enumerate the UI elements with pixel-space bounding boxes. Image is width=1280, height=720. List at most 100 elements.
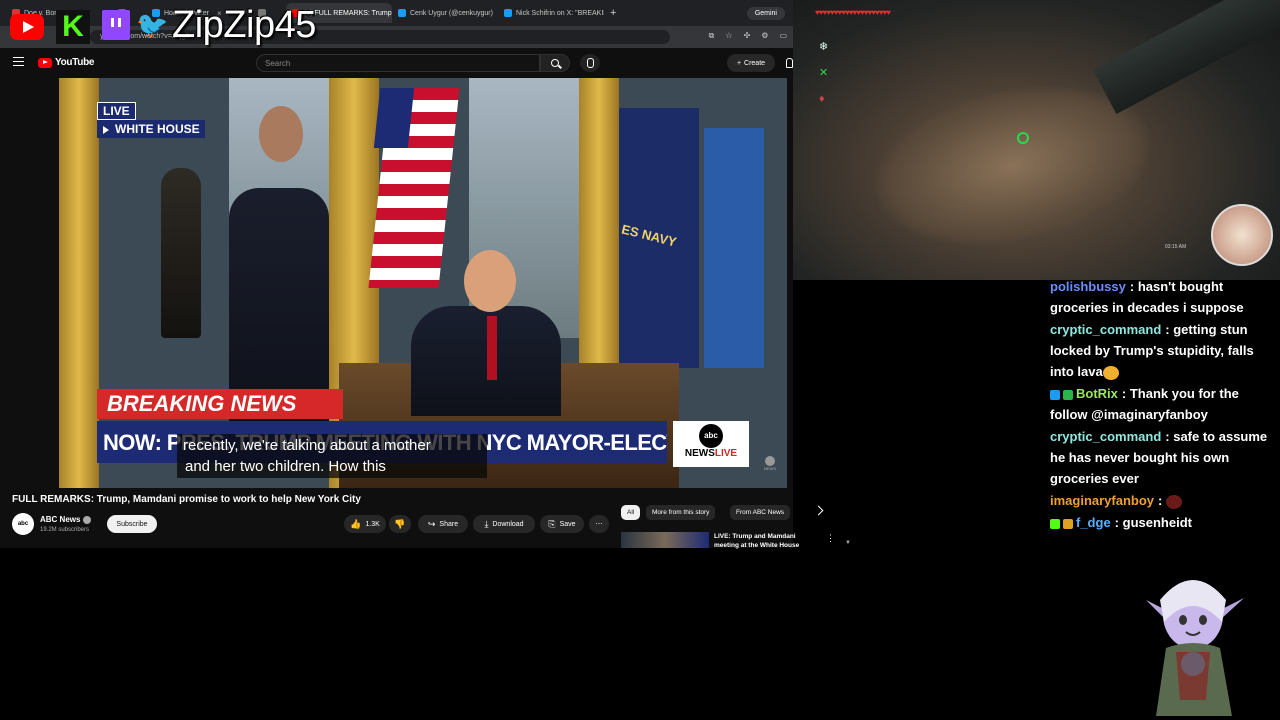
- statue: [161, 168, 201, 338]
- tie: [487, 316, 497, 380]
- search-icon: [551, 59, 559, 67]
- recommended-title[interactable]: LIVE: Trump and Mamdani meeting at the W…: [714, 532, 814, 550]
- download-icon: ⤓: [484, 518, 489, 529]
- snowflake-icon: ❄: [819, 41, 829, 53]
- live-badge: LIVE: [97, 102, 136, 120]
- location-badge: WHITE HOUSE: [97, 120, 205, 138]
- search-input[interactable]: Search: [256, 54, 540, 72]
- chat-separator: :: [1129, 279, 1138, 294]
- share-button[interactable]: ↪ Share: [418, 515, 468, 533]
- chat-username[interactable]: imaginaryfanboy: [1050, 493, 1154, 508]
- chat-username[interactable]: cryptic_command: [1050, 322, 1161, 337]
- status-icon: ♦: [819, 93, 825, 105]
- new-tab-button[interactable]: +: [610, 7, 616, 19]
- chat-message: cryptic_command: getting stun locked by …: [1050, 319, 1280, 382]
- tab-label: Nick Schifrin on X: "BREAKING: [516, 9, 604, 17]
- recommended-menu-icon[interactable]: ⋮: [826, 533, 835, 544]
- chat-badge-icon: [1063, 518, 1073, 529]
- download-button[interactable]: ⤓ Download: [473, 515, 535, 533]
- game-clock: 03:15 AM: [1165, 244, 1187, 250]
- stream-layout: Doe v. Bon×Home / Twitter×(1) FULL REMAR…: [0, 0, 1280, 720]
- browser-window: Doe v. Bon×Home / Twitter×(1) FULL REMAR…: [0, 0, 835, 549]
- chat-badge-icon: [1050, 518, 1060, 529]
- browser-tab[interactable]: Nick Schifrin on X: "BREAKING×: [498, 3, 604, 23]
- youtube-wordmark: YouTube: [55, 57, 95, 68]
- side-panel-icon[interactable]: ▭: [779, 31, 787, 41]
- chat-message: polishbussy: hasn't bought groceries in …: [1050, 276, 1280, 318]
- chat-username[interactable]: BotRix: [1076, 386, 1118, 401]
- save-button[interactable]: ⎘ Save: [540, 515, 584, 533]
- browser-tab[interactable]: Cenk Uygur (@cenkuygur)×: [392, 3, 498, 23]
- extension-icon[interactable]: ✣: [744, 31, 751, 41]
- abc-logo-circle: abc: [699, 424, 723, 448]
- chat-separator: :: [1114, 515, 1123, 530]
- puzzle-icon[interactable]: ⚙: [761, 31, 768, 41]
- notifications-icon[interactable]: [786, 58, 793, 68]
- plus-icon: +: [736, 59, 742, 67]
- chat-message: imaginaryfanboy:: [1050, 490, 1280, 511]
- dislike-button[interactable]: 👎: [389, 515, 411, 533]
- more-actions-button[interactable]: ⋯: [589, 515, 609, 533]
- toolbar-icons: ⧉ ☆ ✣ ⚙ ▭: [709, 31, 787, 41]
- chat-username[interactable]: f_dge: [1076, 515, 1111, 530]
- chat-message: BotRix: Thank you for the follow @imagin…: [1050, 383, 1280, 425]
- chat-message: cryptic_command: safe to assume he has n…: [1050, 426, 1280, 489]
- twitter-overlay-icon: 🐦: [136, 10, 169, 40]
- bookmark-star-icon[interactable]: ☆: [725, 31, 732, 41]
- chat-separator: :: [1158, 493, 1166, 508]
- chip-from-abc-news[interactable]: From ABC News: [730, 505, 791, 520]
- channel-name[interactable]: ABC News: [40, 515, 92, 524]
- air-force-flag: [704, 128, 764, 368]
- news-live-label: NEWSLIVE: [684, 448, 738, 459]
- video-player[interactable]: ES NAVY LIVE WHITE HOUSE BREAKING NEWS N…: [59, 78, 787, 488]
- target-reticle-icon: [1017, 132, 1029, 144]
- chat-panel: polishbussy: hasn't bought groceries in …: [1050, 276, 1280, 534]
- like-button[interactable]: 👍 1.3K: [344, 515, 386, 533]
- chat-username[interactable]: cryptic_command: [1050, 429, 1161, 444]
- seated-man-head: [464, 250, 516, 312]
- gemini-button[interactable]: Gemini: [746, 6, 785, 20]
- create-label: Create: [744, 59, 766, 67]
- recommended-thumbnail[interactable]: [621, 532, 709, 548]
- closed-captions: recently, we're talking about a mother a…: [177, 434, 487, 478]
- subscribe-button[interactable]: Subscribe: [107, 515, 157, 533]
- subscriber-count: 19.2M subscribers: [40, 527, 90, 533]
- youtube-logo[interactable]: YouTube: [38, 57, 95, 68]
- tab-label: (1) FULL REMARKS: Trump: [304, 9, 392, 17]
- streamer-name: ZipZip45: [172, 4, 316, 46]
- install-icon[interactable]: ⧉: [709, 31, 715, 41]
- kick-overlay-icon: K: [56, 10, 90, 44]
- chip-more-from-story[interactable]: More from this story: [646, 505, 716, 520]
- chat-username[interactable]: polishbussy: [1050, 279, 1126, 294]
- abc-watermark: NEWS: [760, 456, 780, 474]
- ability-icon: ✕: [819, 67, 829, 79]
- abc-news-live-logo: abc NEWSLIVE: [673, 421, 749, 467]
- chat-separator: :: [1121, 386, 1130, 401]
- youtube-play-icon: [38, 57, 52, 68]
- curtain: [59, 78, 99, 488]
- chip-all[interactable]: All: [621, 505, 641, 520]
- bookmark-icon: ⎘: [548, 518, 556, 529]
- minimap: [1211, 204, 1273, 266]
- verified-icon: [83, 515, 92, 524]
- machine-arm: [1092, 0, 1280, 115]
- scroll-down-icon[interactable]: ▼: [845, 540, 851, 546]
- caption-line: recently, we're talking about a mother: [183, 437, 431, 454]
- chevron-right-icon[interactable]: [813, 505, 824, 516]
- thumbs-up-icon: 👍: [350, 518, 362, 529]
- vtuber-avatar: [1146, 580, 1244, 716]
- chat-text: gusenheidt: [1122, 515, 1192, 530]
- hud-ability-icons: ❄ ✕ ♦: [819, 34, 828, 112]
- caption-line: and her two children. How this: [185, 458, 386, 475]
- breaking-news-banner: BREAKING NEWS: [97, 389, 343, 419]
- health-hearts: ♥♥♥♥♥♥♥♥♥♥♥♥♥♥♥♥♥♥♥♥: [815, 8, 891, 17]
- voice-search-icon[interactable]: [580, 54, 600, 72]
- search-button[interactable]: [540, 54, 570, 72]
- menu-icon[interactable]: [13, 57, 24, 66]
- twitch-overlay-icon: [102, 10, 130, 40]
- create-button[interactable]: + Create: [727, 54, 775, 72]
- channel-avatar[interactable]: abc: [12, 513, 34, 535]
- more-icon: ⋯: [595, 521, 603, 528]
- us-flag-canton: [373, 88, 415, 148]
- seated-man: [411, 306, 561, 416]
